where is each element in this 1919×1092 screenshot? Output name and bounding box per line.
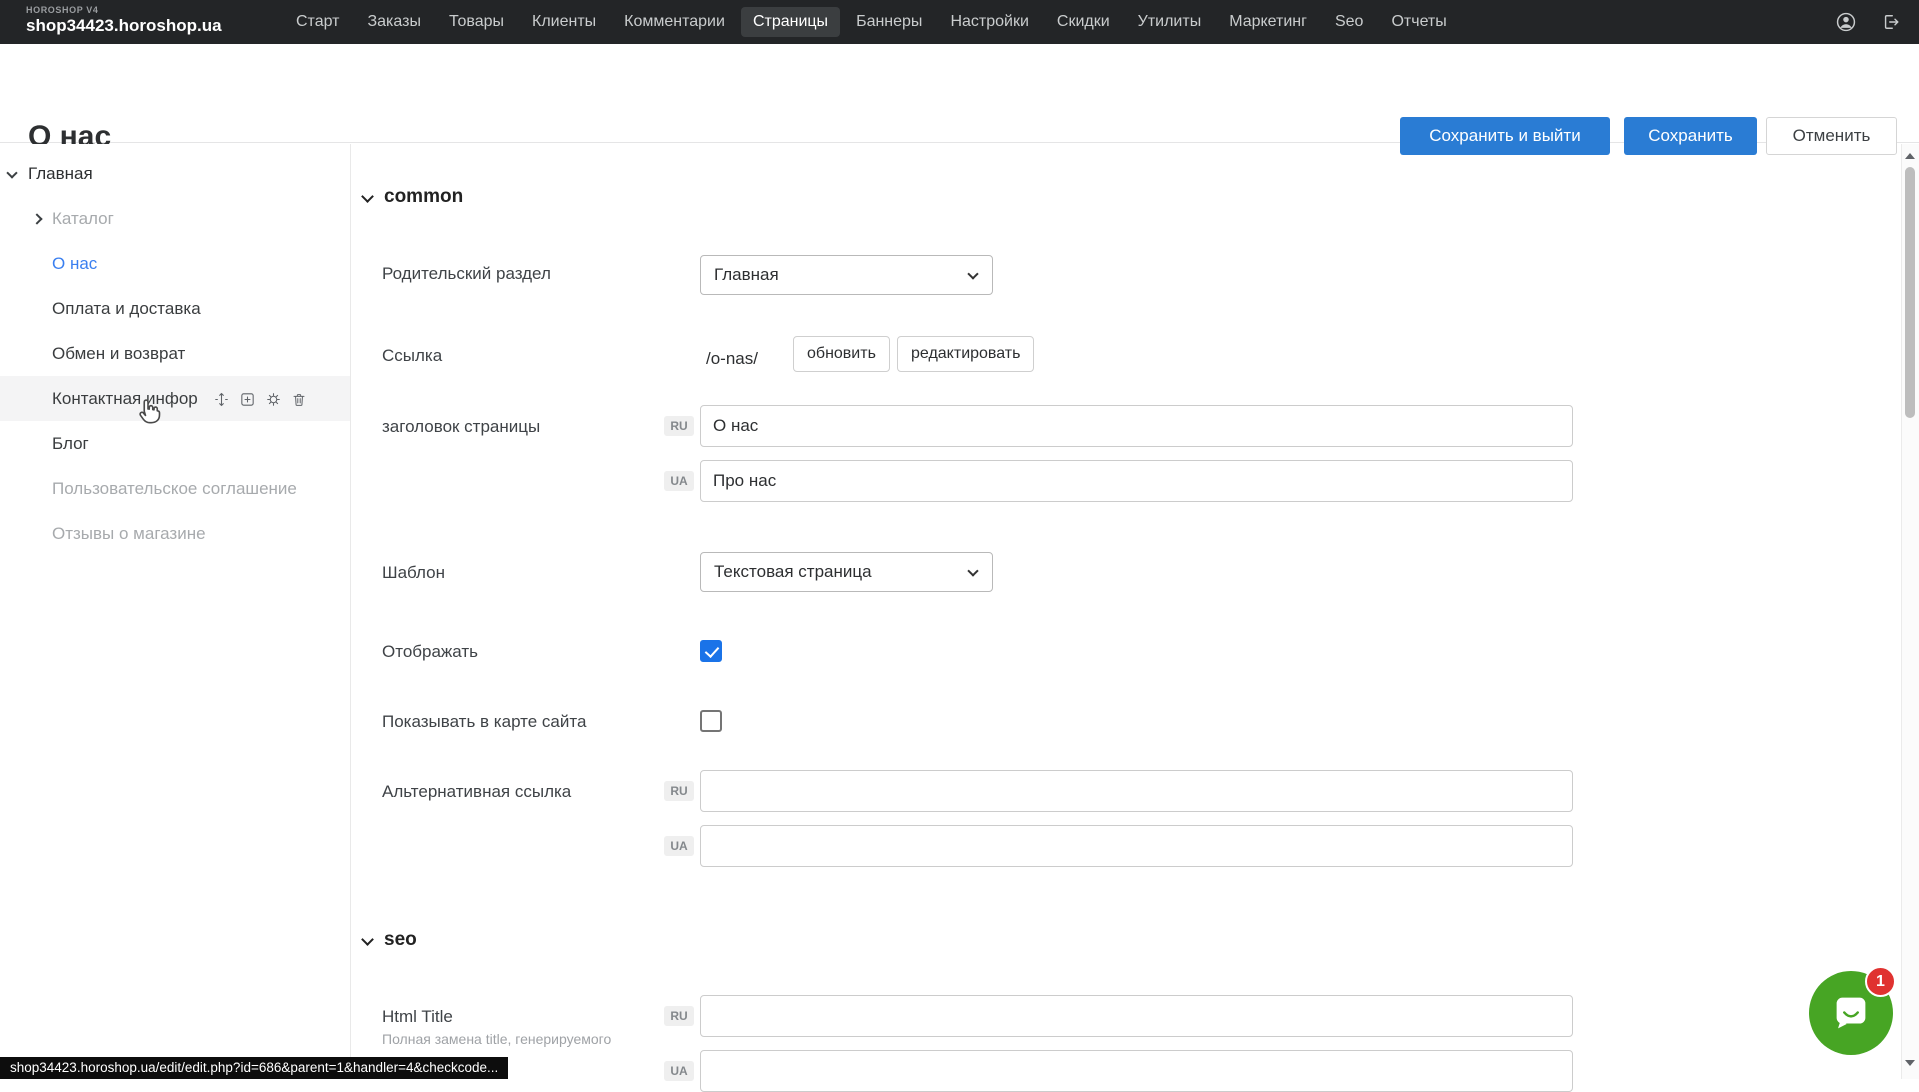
parent-section-select-value: Главная (714, 265, 779, 284)
tree-item[interactable]: Контактная инфор (0, 376, 350, 421)
chat-bubble-icon (1828, 990, 1874, 1036)
tree-item[interactable]: Каталог (0, 196, 350, 241)
chevron-down-icon (967, 565, 978, 576)
lang-badge-ru: RU (664, 781, 694, 801)
nav-item[interactable]: Старт (284, 7, 351, 37)
tree-item[interactable]: Блог (0, 421, 350, 466)
nav-item[interactable]: Утилиты (1126, 7, 1214, 37)
save-and-exit-button[interactable]: Сохранить и выйти (1400, 117, 1610, 155)
tree-item[interactable]: Пользовательское соглашение (0, 466, 350, 511)
brand-version: HOROSHOP V4 (26, 5, 222, 15)
nav-item[interactable]: Клиенты (520, 7, 608, 37)
lang-badge-ru: RU (664, 1006, 694, 1026)
chevron-down-icon (967, 268, 978, 279)
section-common-title[interactable]: common (384, 186, 463, 208)
tree-item-label: Каталог (52, 209, 114, 228)
add-page-icon[interactable] (239, 391, 256, 408)
brand-domain: shop34423.horoshop.ua (26, 16, 222, 36)
alt-link-ru-input[interactable] (700, 770, 1573, 812)
account-icon[interactable] (1835, 11, 1857, 33)
parent-section-select[interactable]: Главная (700, 255, 993, 295)
section-common-chevron-icon[interactable] (361, 190, 374, 203)
tree-item-label: Блог (52, 434, 89, 453)
alt-link-ua-input[interactable] (700, 825, 1573, 867)
tree-item-label: О нас (52, 254, 97, 273)
status-url-tooltip: shop34423.horoshop.ua/edit/edit.php?id=6… (0, 1057, 508, 1079)
page-title-ua-input[interactable] (700, 460, 1573, 502)
delete-trash-icon[interactable] (291, 392, 307, 408)
sitemap-label: Показывать в карте сайта (382, 712, 586, 732)
settings-gear-icon[interactable] (265, 391, 282, 408)
tree-item[interactable]: Отзывы о магазине (0, 511, 350, 556)
lang-badge-ru: RU (664, 416, 694, 436)
link-path-value: /o-nas/ (706, 345, 758, 372)
nav-item[interactable]: Заказы (355, 7, 432, 37)
tree-item-label: Главная (28, 164, 93, 183)
tree-item-label: Отзывы о магазине (52, 524, 206, 543)
link-label: Ссылка (382, 346, 442, 366)
page-title-field-label: заголовок страницы (382, 417, 540, 437)
scrollbar-thumb[interactable] (1905, 167, 1915, 418)
sitemap-checkbox[interactable] (700, 710, 722, 732)
save-button[interactable]: Сохранить (1624, 117, 1757, 155)
tree-item[interactable]: Главная (0, 151, 350, 196)
tree-item[interactable]: О нас (0, 241, 350, 286)
tree-item-label: Контактная инфор (52, 389, 198, 408)
move-icon[interactable] (213, 391, 230, 408)
nav-item[interactable]: Баннеры (844, 7, 934, 37)
scrollbar-up-arrow[interactable] (1905, 153, 1915, 159)
logout-icon[interactable] (1881, 12, 1901, 32)
lang-badge-ua: UA (664, 836, 694, 856)
nav-item[interactable]: Маркетинг (1217, 7, 1319, 37)
cancel-button[interactable]: Отменить (1766, 117, 1897, 155)
display-label: Отображать (382, 642, 478, 662)
alt-link-label: Альтернативная ссылка (382, 782, 571, 802)
top-navigation: HOROSHOP V4 shop34423.horoshop.ua СтартЗ… (0, 0, 1919, 44)
section-seo-title[interactable]: seo (384, 929, 417, 951)
nav-item[interactable]: Настройки (938, 7, 1040, 37)
tree-row-actions (213, 391, 307, 408)
html-title-label: Html Title (382, 1007, 453, 1027)
nav-item[interactable]: Комментарии (612, 7, 737, 37)
display-checkbox[interactable] (700, 640, 722, 662)
tree-item-label: Обмен и возврат (52, 344, 185, 363)
nav-item[interactable]: Seo (1323, 7, 1375, 37)
brand-logo[interactable]: HOROSHOP V4 shop34423.horoshop.ua (26, 5, 222, 36)
page-header: О нас Сохранить и выйти Сохранить Отмени… (0, 44, 1919, 143)
tree-item-label: Оплата и доставка (52, 299, 201, 318)
page-title-ru-input[interactable] (700, 405, 1573, 447)
tree-chevron-icon[interactable] (31, 213, 42, 224)
nav-item[interactable]: Страницы (741, 7, 840, 37)
html-title-ru-input[interactable] (700, 995, 1573, 1037)
link-edit-button[interactable]: редактировать (897, 336, 1034, 372)
template-select[interactable]: Текстовая страница (700, 552, 993, 592)
link-refresh-button[interactable]: обновить (793, 336, 890, 372)
section-seo-chevron-icon[interactable] (361, 933, 374, 946)
tree-item[interactable]: Обмен и возврат (0, 331, 350, 376)
tree-item[interactable]: Оплата и доставка (0, 286, 350, 331)
nav-right-icons (1835, 0, 1901, 44)
html-title-hint: Полная замена title, генерируемого (382, 1031, 692, 1047)
template-label: Шаблон (382, 563, 445, 583)
tree-item-label: Пользовательское соглашение (52, 479, 297, 498)
nav-item[interactable]: Отчеты (1379, 7, 1458, 37)
scrollbar-down-arrow[interactable] (1905, 1060, 1915, 1066)
lang-badge-ua: UA (664, 1061, 694, 1081)
nav-item[interactable]: Товары (437, 7, 516, 37)
parent-section-label: Родительский раздел (382, 264, 551, 284)
nav-item[interactable]: Скидки (1045, 7, 1122, 37)
html-title-ua-input[interactable] (700, 1050, 1573, 1092)
pages-tree-sidebar: Главная Каталог (0, 144, 351, 1079)
lang-badge-ua: UA (664, 471, 694, 491)
tree-list: Главная Каталог (0, 144, 350, 556)
chat-unread-badge: 1 (1865, 966, 1896, 997)
nav-menu: СтартЗаказыТоварыКлиентыКомментарииСтран… (284, 0, 1459, 44)
template-select-value: Текстовая страница (714, 562, 872, 581)
tree-chevron-icon[interactable] (6, 167, 17, 178)
